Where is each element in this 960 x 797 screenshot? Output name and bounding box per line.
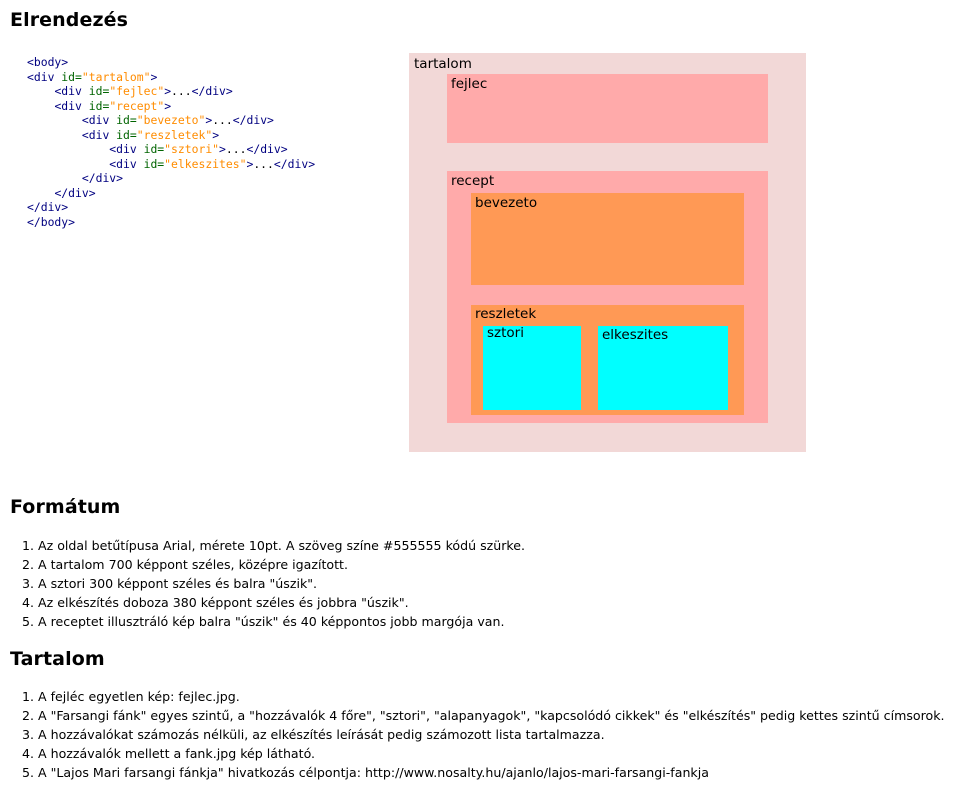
code-token: id= bbox=[143, 142, 165, 156]
code-token: ... bbox=[225, 142, 247, 156]
code-line: <div id="bevezeto">...</div> bbox=[27, 113, 274, 127]
format-list: Az oldal betűtípusa Arial, mérete 10pt. … bbox=[10, 536, 525, 631]
code-token: "recept" bbox=[109, 98, 165, 113]
code-token: <div bbox=[81, 113, 117, 127]
code-token: <div bbox=[27, 69, 62, 84]
code-token: > bbox=[150, 69, 158, 84]
code-token: "bevezeto" bbox=[136, 113, 206, 127]
box-bevezeto: bevezeto bbox=[471, 193, 744, 285]
label-bevezeto: bevezeto bbox=[475, 195, 538, 211]
code-line: <body> bbox=[27, 55, 68, 69]
code-line: </div> bbox=[27, 171, 123, 185]
content-item: A fejléc egyetlen kép: fejlec.jpg. bbox=[38, 687, 945, 706]
heading-layout: Elrendezés bbox=[10, 9, 129, 31]
layout-diagram-tartalom: tartalom fejlec recept bevezeto reszlete… bbox=[409, 53, 806, 452]
code-token: "reszletek" bbox=[136, 127, 213, 142]
code-token: id= bbox=[88, 84, 110, 98]
code-token: </div> bbox=[27, 200, 69, 214]
code-token: </body> bbox=[27, 214, 76, 229]
label-elkeszites: elkeszites bbox=[602, 327, 669, 343]
box-sztori: sztori bbox=[483, 325, 581, 410]
code-token: id= bbox=[143, 156, 165, 171]
content-item: A hozzávalókat számozás nélküli, az elké… bbox=[38, 725, 945, 744]
label-fejlec: fejlec bbox=[451, 76, 488, 92]
content-list: A fejléc egyetlen kép: fejlec.jpg. A "Fa… bbox=[10, 687, 945, 782]
code-line: <div id="sztori">...</div> bbox=[27, 142, 288, 156]
code-token: "tartalom" bbox=[81, 69, 151, 84]
heading-format: Formátum bbox=[10, 496, 121, 518]
code-token: "elkeszites" bbox=[164, 156, 247, 171]
code-line: </body> bbox=[27, 215, 75, 229]
code-token: <div bbox=[109, 142, 144, 156]
code-line: </div> bbox=[27, 200, 68, 214]
code-token: > bbox=[219, 142, 226, 156]
code-token: id= bbox=[61, 69, 82, 84]
code-token: <div bbox=[109, 156, 144, 171]
heading-content: Tartalom bbox=[10, 648, 105, 670]
code-token: "sztori" bbox=[164, 142, 220, 156]
code-line: <div id="recept"> bbox=[27, 99, 171, 113]
code-block: <body> <div id="tartalom"> <div id="fejl… bbox=[27, 55, 315, 229]
code-line: <div id="elkeszites">...</div> bbox=[27, 157, 315, 171]
code-token: </div> bbox=[191, 84, 233, 98]
code-token: ... bbox=[212, 113, 233, 127]
code-token: <div bbox=[54, 84, 89, 98]
format-item: Az elkészítés doboza 380 képpont széles … bbox=[38, 593, 525, 612]
code-token: id= bbox=[116, 127, 137, 142]
content-item: A hozzávalók mellett a fank.jpg kép láth… bbox=[38, 744, 945, 763]
content-item: A "Lajos Mari farsangi fánkja" hivatkozá… bbox=[38, 763, 945, 782]
code-line: <div id="fejlec">...</div> bbox=[27, 84, 233, 98]
code-token: ... bbox=[171, 84, 192, 98]
label-sztori: sztori bbox=[487, 325, 524, 341]
label-recept: recept bbox=[451, 173, 495, 189]
code-token: </div> bbox=[232, 113, 274, 127]
label-reszletek: reszletek bbox=[475, 306, 537, 322]
code-token: <div bbox=[81, 127, 117, 142]
format-item: A tartalom 700 képpont széles, középre i… bbox=[38, 555, 525, 574]
code-token: ... bbox=[253, 156, 274, 171]
format-item: A sztori 300 képpont széles és balra "ús… bbox=[38, 574, 525, 593]
code-token: <div bbox=[54, 98, 89, 113]
box-reszletek: reszletek sztori elkeszites bbox=[471, 305, 744, 415]
box-fejlec: fejlec bbox=[447, 74, 768, 143]
code-line: <div id="tartalom"> bbox=[27, 70, 157, 84]
code-token: </div> bbox=[81, 171, 124, 185]
format-item: Az oldal betűtípusa Arial, mérete 10pt. … bbox=[38, 536, 525, 555]
code-line: </div> bbox=[27, 185, 96, 200]
code-token: id= bbox=[116, 113, 137, 127]
code-token: <body> bbox=[27, 55, 69, 69]
code-token: > bbox=[212, 127, 220, 142]
box-elkeszites: elkeszites bbox=[598, 326, 728, 410]
box-recept: recept bevezeto reszletek sztori elkeszi… bbox=[447, 171, 768, 423]
code-token: id= bbox=[88, 98, 110, 113]
code-token: </div> bbox=[246, 142, 288, 156]
content-item: A "Farsangi fánk" egyes szintű, a "hozzá… bbox=[38, 706, 945, 725]
code-line: <div id="reszletek"> bbox=[27, 128, 219, 142]
code-token: </div> bbox=[54, 185, 96, 200]
code-token: </div> bbox=[273, 156, 316, 171]
code-token: > bbox=[164, 98, 172, 113]
label-tartalom: tartalom bbox=[414, 56, 472, 72]
format-item: A receptet illusztráló kép balra "úszik"… bbox=[38, 612, 525, 631]
code-token: "fejlec" bbox=[109, 84, 165, 98]
